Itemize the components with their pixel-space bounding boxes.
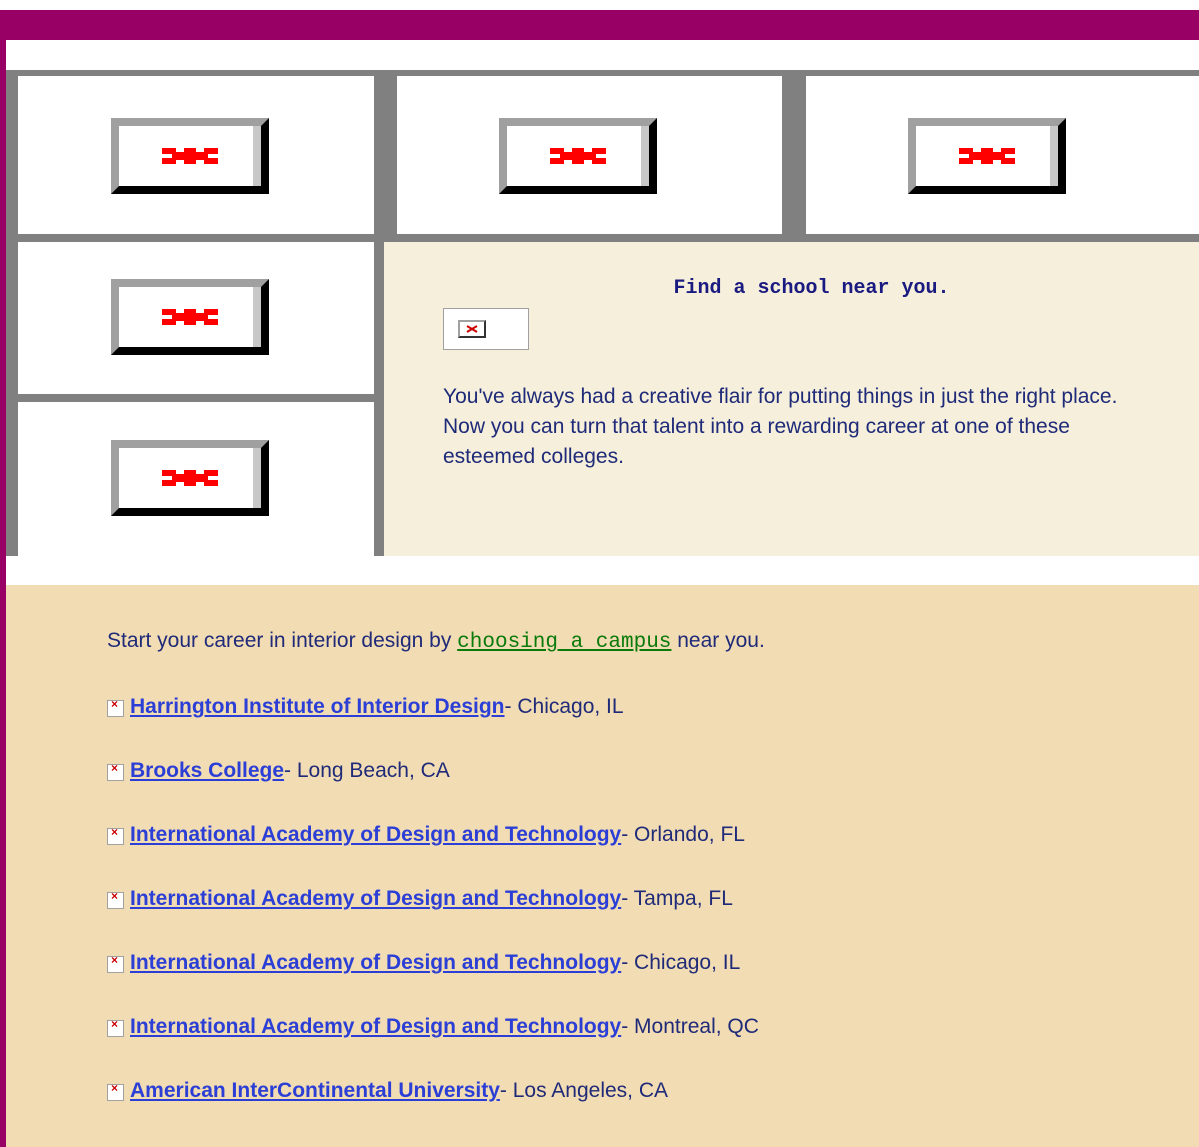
school-link[interactable]: Harrington Institute of Interior Design — [130, 695, 505, 719]
list-item: Harrington Institute of Interior Design … — [107, 695, 759, 759]
broken-image-icon[interactable] — [908, 118, 1066, 194]
school-link[interactable]: International Academy of Design and Tech… — [130, 887, 621, 911]
school-location: - Orlando, FL — [621, 823, 745, 846]
image-cell-5 — [18, 402, 374, 556]
broken-image-icon — [107, 761, 124, 781]
image-cell-2 — [397, 76, 782, 234]
school-list-section: Start your career in interior design by … — [6, 585, 1199, 1147]
school-link[interactable]: American InterContinental University — [130, 1079, 500, 1103]
small-broken-image-icon[interactable] — [443, 308, 529, 350]
school-location: - Chicago, IL — [504, 695, 624, 718]
school-link[interactable]: Brooks College — [130, 759, 284, 783]
list-item: International Academy of Design and Tech… — [107, 887, 759, 951]
list-item: International Academy of Design and Tech… — [107, 951, 759, 1015]
school-list: Harrington Institute of Interior Design … — [107, 695, 759, 1143]
broken-image-icon — [107, 1081, 124, 1101]
school-location: - Long Beach, CA — [284, 759, 450, 782]
school-location: - Chicago, IL — [621, 951, 741, 974]
school-link[interactable]: International Academy of Design and Tech… — [130, 951, 621, 975]
header-bar — [0, 10, 1199, 40]
list-item: Brooks College - Long Beach, CA — [107, 759, 759, 823]
list-item: International Academy of Design and Tech… — [107, 823, 759, 887]
broken-image-icon — [107, 1017, 124, 1037]
broken-image-icon — [107, 889, 124, 909]
choose-campus-link[interactable]: choosing a campus — [457, 631, 671, 654]
broken-image-icon[interactable] — [111, 440, 269, 516]
promo-title: Find a school near you. — [673, 277, 950, 300]
list-item: American InterContinental University - L… — [107, 1079, 759, 1143]
school-location: - Montreal, QC — [621, 1015, 759, 1038]
broken-image-icon — [107, 825, 124, 845]
broken-image-icon — [107, 953, 124, 973]
broken-image-icon — [107, 697, 124, 717]
image-cell-1 — [18, 76, 374, 234]
list-item: International Academy of Design and Tech… — [107, 1015, 759, 1079]
intro-after: near you. — [671, 629, 765, 652]
school-location: - Tampa, FL — [621, 887, 733, 910]
school-link[interactable]: International Academy of Design and Tech… — [130, 823, 621, 847]
intro-text: Start your career in interior design by … — [107, 629, 765, 654]
image-cell-3 — [806, 76, 1199, 234]
school-location: - Los Angeles, CA — [499, 1079, 669, 1102]
promo-text: You've always had a creative flair for p… — [443, 385, 1118, 468]
broken-image-icon[interactable] — [111, 118, 269, 194]
broken-image-icon[interactable] — [499, 118, 657, 194]
image-cell-4 — [18, 242, 374, 394]
school-link[interactable]: International Academy of Design and Tech… — [130, 1015, 621, 1039]
intro-before: Start your career in interior design by — [107, 629, 458, 652]
promo-panel: Find a school near you. You've always ha… — [384, 242, 1199, 556]
broken-image-icon[interactable] — [111, 279, 269, 355]
